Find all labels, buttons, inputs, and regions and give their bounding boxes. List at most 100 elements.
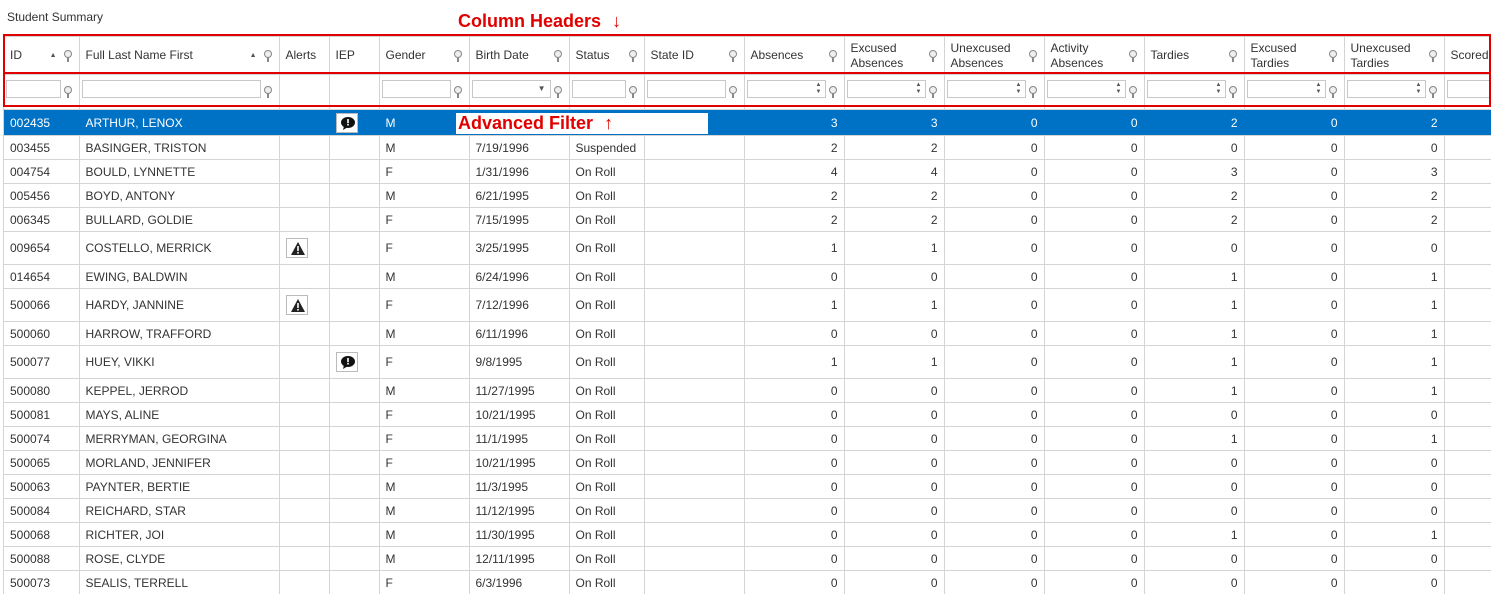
cell-activity-absences: 0 [1044, 232, 1144, 265]
table-row[interactable]: 500074MERRYMAN, GEORGINAF11/1/1995On Rol… [4, 427, 1491, 451]
cell-name: HUEY, VIKKI [79, 346, 279, 379]
cell-status: On Roll [569, 379, 644, 403]
cell-absences: 0 [744, 322, 844, 346]
table-row[interactable]: 014654EWING, BALDWINM6/24/1996On Roll000… [4, 265, 1491, 289]
cell-excused-tardies: 0 [1244, 427, 1344, 451]
cell-unexcused-tardies: 1 [1344, 322, 1444, 346]
table-row[interactable]: 004754BOULD, LYNNETTEF1/31/1996On Roll44… [4, 160, 1491, 184]
cell-excused-absences: 2 [844, 184, 944, 208]
cell-alerts [279, 265, 329, 289]
table-row[interactable]: 500066HARDY, JANNINEF7/12/1996On Roll110… [4, 289, 1491, 322]
cell-iep [329, 110, 379, 136]
cell-tardies: 1 [1144, 322, 1244, 346]
cell-state-id [644, 451, 744, 475]
cell-iep [329, 160, 379, 184]
cell-unexcused-tardies: 1 [1344, 427, 1444, 451]
table-row[interactable]: 500060HARROW, TRAFFORDM6/11/1996On Roll0… [4, 322, 1491, 346]
cell-gender: F [379, 208, 469, 232]
table-row[interactable]: 009654COSTELLO, MERRICKF3/25/1995On Roll… [4, 232, 1491, 265]
advanced-filter-annotation: Advanced Filter ↑ [456, 113, 708, 134]
table-row[interactable]: 500073SEALIS, TERRELLF6/3/1996On Roll000… [4, 571, 1491, 594]
cell-status: On Roll [569, 475, 644, 499]
cell-birth-date: 6/11/1996 [469, 322, 569, 346]
table-row[interactable]: 500084REICHARD, STARM11/12/1995On Roll00… [4, 499, 1491, 523]
cell-alerts [279, 232, 329, 265]
cell-gender: M [379, 184, 469, 208]
cell-unexcused-tardies: 0 [1344, 451, 1444, 475]
cell-excused-absences: 0 [844, 547, 944, 571]
cell-state-id [644, 136, 744, 160]
cell-absences: 2 [744, 136, 844, 160]
cell-state-id [644, 403, 744, 427]
cell-activity-absences: 0 [1044, 475, 1144, 499]
cell-excused-tardies: 0 [1244, 208, 1344, 232]
cell-gender: M [379, 322, 469, 346]
cell-unexcused-tardies: 2 [1344, 110, 1444, 136]
cell-state-id [644, 265, 744, 289]
cell-scored [1444, 110, 1491, 136]
cell-absences: 1 [744, 346, 844, 379]
cell-name: BOYD, ANTONY [79, 184, 279, 208]
table-row[interactable]: 005456BOYD, ANTONYM6/21/1995On Roll22002… [4, 184, 1491, 208]
cell-gender: M [379, 136, 469, 160]
cell-birth-date: 11/30/1995 [469, 523, 569, 547]
cell-birth-date: 11/27/1995 [469, 379, 569, 403]
cell-state-id [644, 499, 744, 523]
cell-state-id [644, 379, 744, 403]
cell-tardies: 3 [1144, 160, 1244, 184]
cell-tardies: 2 [1144, 208, 1244, 232]
warning-icon[interactable] [286, 238, 308, 258]
cell-unexcused-absences: 0 [944, 475, 1044, 499]
cell-name: ROSE, CLYDE [79, 547, 279, 571]
cell-scored [1444, 427, 1491, 451]
cell-gender: F [379, 232, 469, 265]
table-row[interactable]: 500068RICHTER, JOIM11/30/1995On Roll0000… [4, 523, 1491, 547]
cell-alerts [279, 208, 329, 232]
cell-iep [329, 232, 379, 265]
cell-unexcused-tardies: 1 [1344, 289, 1444, 322]
table-row[interactable]: 006345BULLARD, GOLDIEF7/15/1995On Roll22… [4, 208, 1491, 232]
cell-excused-tardies: 0 [1244, 232, 1344, 265]
cell-state-id [644, 208, 744, 232]
cell-activity-absences: 0 [1044, 265, 1144, 289]
cell-iep [329, 379, 379, 403]
table-row[interactable]: 500063PAYNTER, BERTIEM11/3/1995On Roll00… [4, 475, 1491, 499]
table-row[interactable]: 002435ARTHUR, LENOXM3300202 [4, 110, 1491, 136]
table-row[interactable]: 500081MAYS, ALINEF10/21/1995On Roll00000… [4, 403, 1491, 427]
cell-id: 004754 [4, 160, 79, 184]
cell-scored [1444, 547, 1491, 571]
cell-gender: F [379, 427, 469, 451]
cell-id: 500073 [4, 571, 79, 594]
cell-iep [329, 451, 379, 475]
cell-status: On Roll [569, 427, 644, 451]
cell-activity-absences: 0 [1044, 379, 1144, 403]
table-row[interactable]: 500080KEPPEL, JERRODM11/27/1995On Roll00… [4, 379, 1491, 403]
student-table: ID▲Full Last Name First▲AlertsIEPGenderB… [4, 37, 1491, 594]
cell-activity-absences: 0 [1044, 289, 1144, 322]
speech-icon[interactable] [336, 113, 358, 133]
cell-status: On Roll [569, 571, 644, 594]
cell-name: MERRYMAN, GEORGINA [79, 427, 279, 451]
cell-birth-date: 7/15/1995 [469, 208, 569, 232]
cell-excused-tardies: 0 [1244, 160, 1344, 184]
cell-state-id [644, 322, 744, 346]
table-row[interactable]: 500077HUEY, VIKKIF9/8/1995On Roll1100101 [4, 346, 1491, 379]
cell-excused-tardies: 0 [1244, 379, 1344, 403]
cell-id: 500081 [4, 403, 79, 427]
cell-gender: M [379, 499, 469, 523]
cell-absences: 1 [744, 232, 844, 265]
table-row[interactable]: 500088ROSE, CLYDEM12/11/1995On Roll00000… [4, 547, 1491, 571]
table-row[interactable]: 500065MORLAND, JENNIFERF10/21/1995On Rol… [4, 451, 1491, 475]
cell-gender: M [379, 379, 469, 403]
cell-excused-absences: 1 [844, 289, 944, 322]
advanced-filter-annotation-label: Advanced Filter [458, 113, 593, 133]
cell-status: On Roll [569, 289, 644, 322]
speech-icon[interactable] [336, 352, 358, 372]
cell-scored [1444, 232, 1491, 265]
table-row[interactable]: 003455BASINGER, TRISTONM7/19/1996Suspend… [4, 136, 1491, 160]
cell-unexcused-absences: 0 [944, 208, 1044, 232]
cell-tardies: 0 [1144, 475, 1244, 499]
warning-icon[interactable] [286, 295, 308, 315]
cell-state-id [644, 571, 744, 594]
cell-name: BOULD, LYNNETTE [79, 160, 279, 184]
